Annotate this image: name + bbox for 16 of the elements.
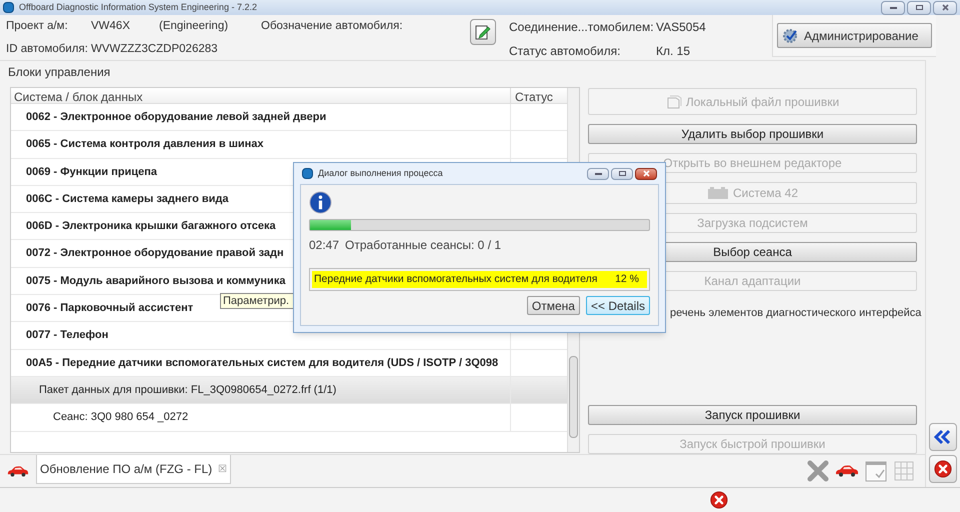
field-value: Кл. 15 bbox=[656, 43, 690, 60]
field-label: Соединение...томобилем: bbox=[509, 19, 655, 36]
interface-elements-label: речень элементов диагностического интерфейса bbox=[670, 306, 922, 320]
dialog-title: Диалог выполнения процесса bbox=[318, 166, 444, 180]
panel-title: Блоки управления bbox=[8, 65, 112, 81]
field-value: (Engineering) bbox=[159, 19, 230, 34]
window-title: Offboard Diagnostic Information System Engineering - 7.2.2 bbox=[19, 0, 258, 14]
designation-label: Обозначение автомобиля: bbox=[261, 19, 403, 34]
field-label: Проект а/м: bbox=[6, 19, 69, 34]
tab-label: Обновление ПО а/м (FZG - FL) bbox=[40, 461, 212, 478]
field-label: ID автомобиля: bbox=[6, 42, 89, 58]
field-label: Статус автомобиля: bbox=[509, 43, 622, 60]
field-value: WVWZZZ3CZDP026283 bbox=[91, 42, 218, 58]
field-value: VW46X bbox=[91, 19, 131, 34]
task-percent: 12 % bbox=[615, 272, 640, 287]
field-value: VAS5054 bbox=[656, 19, 706, 36]
